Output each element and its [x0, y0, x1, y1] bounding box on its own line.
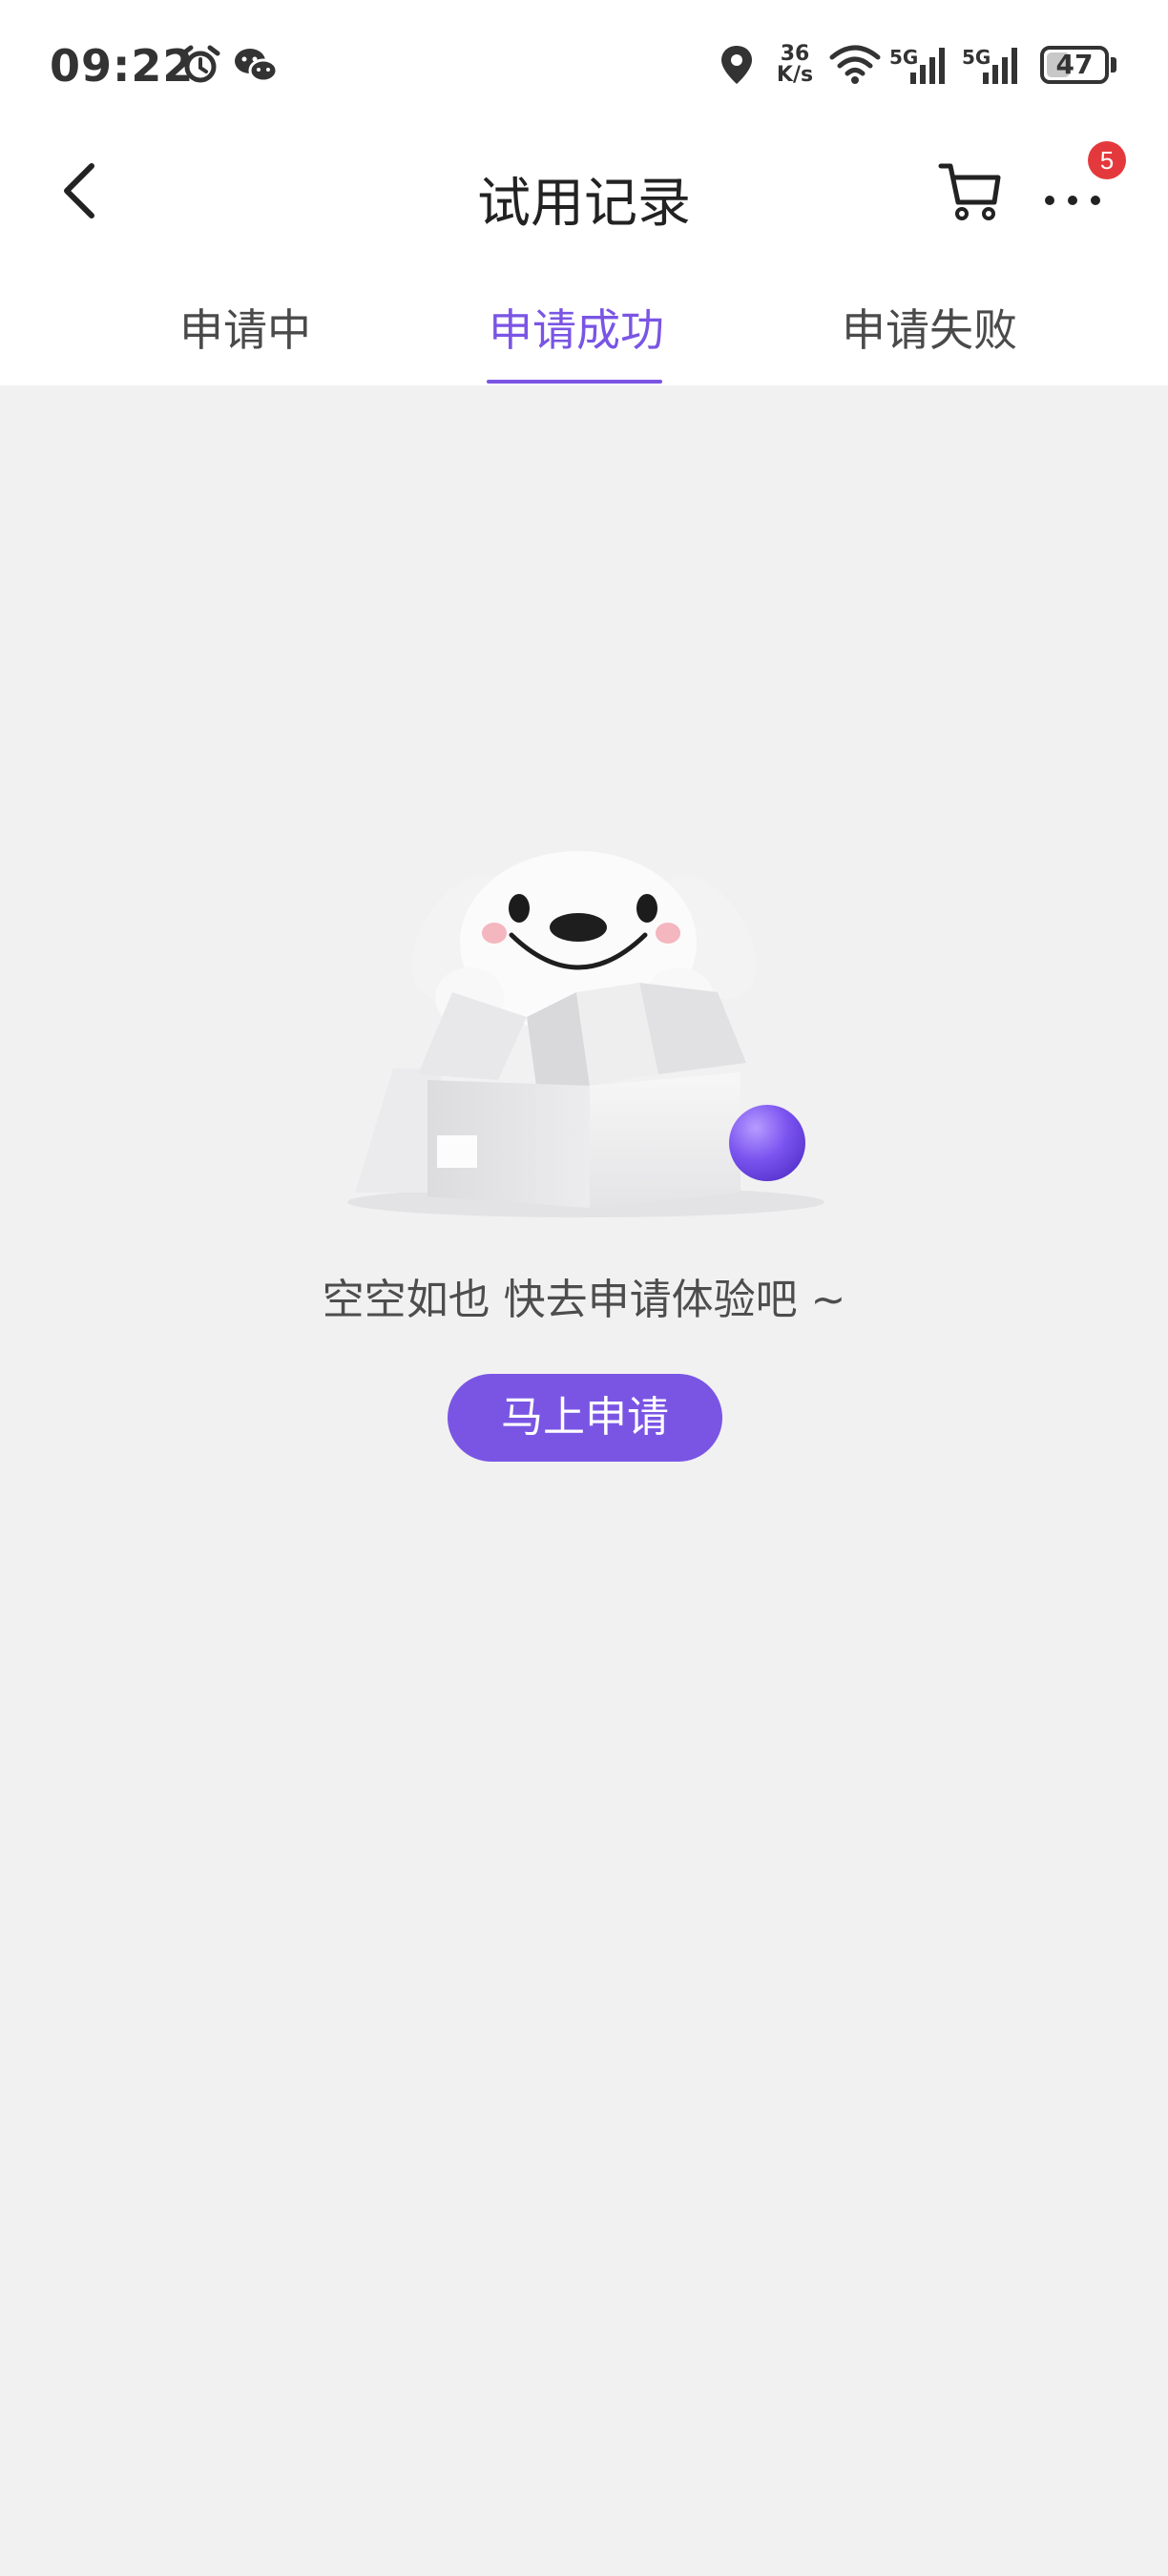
wifi-icon	[829, 45, 881, 84]
status-time: 09:22	[50, 40, 195, 92]
empty-message: 空空如也 快去申请体验吧 ~	[322, 1276, 846, 1324]
cart-icon[interactable]	[935, 156, 1008, 225]
net-speed: 36 K/s	[771, 44, 819, 86]
wechat-icon	[235, 49, 279, 83]
nav-bar: 试用记录	[0, 134, 1168, 248]
tab-applying[interactable]: 申请中	[179, 296, 311, 359]
battery-tip	[1111, 57, 1116, 73]
net-speed-unit: K/s	[776, 63, 814, 87]
location-icon	[721, 46, 752, 84]
tab-active-indicator	[487, 380, 662, 384]
net-speed-value: 36	[780, 42, 810, 66]
notification-badge: 5	[1088, 141, 1126, 179]
battery-icon: 47	[1040, 46, 1109, 84]
tab-apply-failed[interactable]: 申请失败	[842, 296, 1017, 359]
tab-apply-success[interactable]: 申请成功	[489, 296, 664, 359]
alarm-icon	[180, 45, 220, 83]
empty-state-illustration	[347, 851, 824, 1217]
signal-icon	[983, 48, 1017, 84]
status-bar: 09:22 36 K/s 5G 5G 47	[0, 0, 1168, 134]
tab-bar: 申请中 申请成功 申请失败	[0, 286, 1168, 385]
battery-level: 47	[1055, 49, 1094, 80]
apply-now-button[interactable]: 马上申请	[448, 1374, 722, 1462]
signal-icon	[910, 48, 945, 84]
